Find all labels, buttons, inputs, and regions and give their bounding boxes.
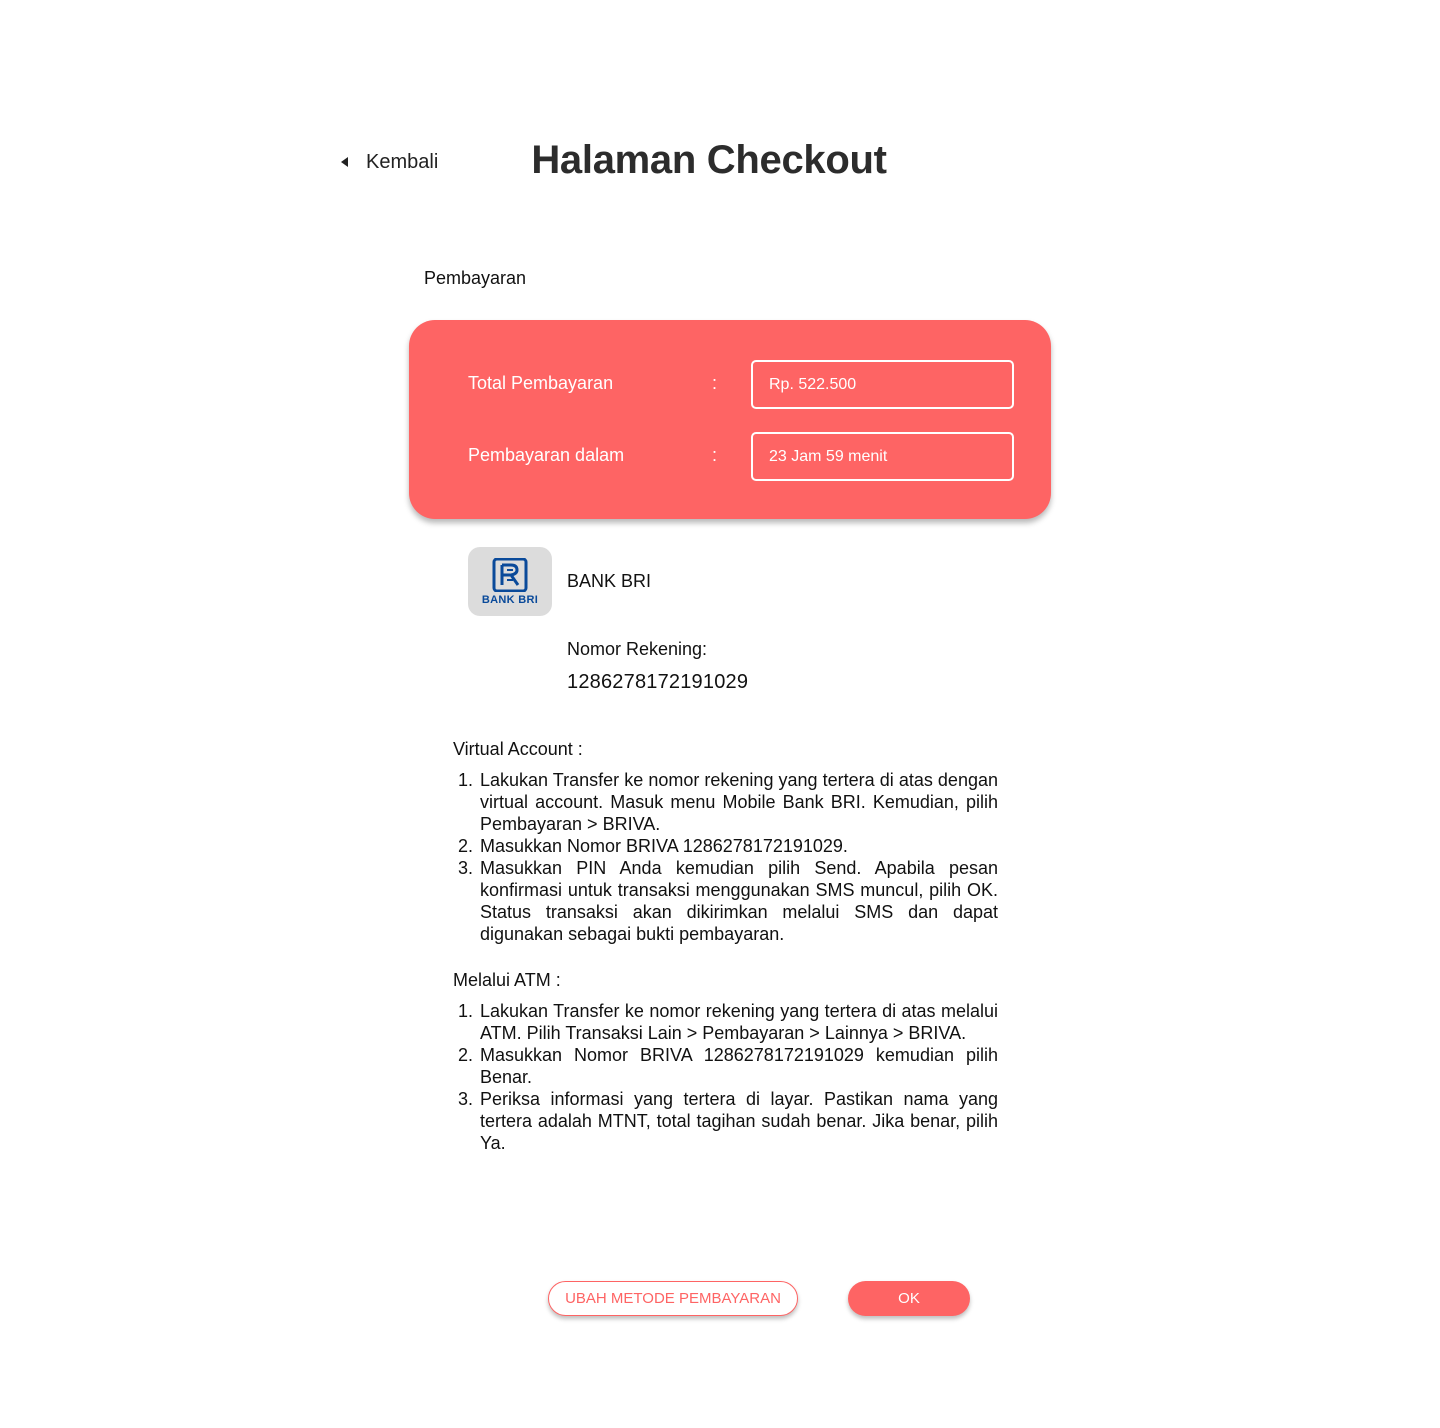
page-title-text: Halaman Checkout xyxy=(531,138,887,182)
step-text: Masukkan PIN Anda kemudian pilih Send. A… xyxy=(480,858,998,944)
list-item: 3. Periksa informasi yang tertera di laya… xyxy=(453,1088,998,1154)
step-text: Periksa informasi yang tertera di layar.… xyxy=(480,1089,998,1153)
virtual-account-steps: 1. Lakukan Transfer ke nomor rekening yan… xyxy=(453,769,998,945)
list-item: 2. Masukkan Nomor BRIVA 1286278172191029. xyxy=(453,835,998,857)
step-text: Lakukan Transfer ke nomor rekening yang … xyxy=(480,770,998,834)
atm-title: Melalui ATM : xyxy=(453,970,561,990)
step-text: Masukkan Nomor BRIVA 1286278172191029 ke… xyxy=(480,1045,998,1087)
list-item: 1. Lakukan Transfer ke nomor rekening yan… xyxy=(453,769,998,835)
bank-bri-logo: BANK BRI xyxy=(468,547,552,616)
payment-summary-card: Total Pembayaran : Rp. 522.500 Pembayara… xyxy=(409,320,1051,519)
virtual-account-title: Virtual Account : xyxy=(453,739,583,759)
step-text: Lakukan Transfer ke nomor rekening yang … xyxy=(480,1001,998,1043)
step-number: 2. xyxy=(458,836,474,856)
atm-steps: 1. Lakukan Transfer ke nomor rekening yan… xyxy=(453,1000,998,1154)
bank-name: BANK BRI xyxy=(567,571,652,591)
total-payment-label: Total Pembayaran xyxy=(468,373,614,393)
step-number: 2. xyxy=(458,1045,474,1065)
step-number: 1. xyxy=(458,770,474,790)
payment-deadline-label: Pembayaran dalam xyxy=(468,445,625,465)
payment-deadline-value: 23 Jam 59 menit xyxy=(751,432,1014,481)
payment-deadline-row: Pembayaran dalam : 23 Jam 59 menit xyxy=(409,432,1051,481)
change-payment-method-button[interactable]: UBAH METODE PEMBAYARAN xyxy=(548,1281,798,1316)
account-number: 1286278172191029 xyxy=(567,671,749,693)
step-number: 3. xyxy=(458,858,474,878)
step-number: 3. xyxy=(458,1089,474,1109)
colon-separator: : xyxy=(712,445,718,465)
payment-section-label: Pembayaran xyxy=(424,268,527,288)
step-number: 1. xyxy=(458,1001,474,1021)
total-payment-value: Rp. 522.500 xyxy=(751,360,1014,409)
account-number-label: Nomor Rekening: xyxy=(567,639,708,659)
ok-button[interactable]: OK xyxy=(848,1281,970,1316)
list-item: 2. Masukkan Nomor BRIVA 1286278172191029 … xyxy=(453,1044,998,1088)
virtual-account-instructions: Virtual Account : 1. Lakukan Transfer ke … xyxy=(453,738,998,945)
list-item: 3. Masukkan PIN Anda kemudian pilih Send.… xyxy=(453,857,998,945)
total-payment-row: Total Pembayaran : Rp. 522.500 xyxy=(409,360,1051,409)
bank-bri-logo-icon xyxy=(492,557,528,592)
step-text: Masukkan Nomor BRIVA 1286278172191029. xyxy=(480,836,848,856)
bank-logo-text: BANK BRI xyxy=(481,593,539,606)
atm-instructions: Melalui ATM : 1. Lakukan Transfer ke nomo… xyxy=(453,969,998,1154)
page-title: Halaman Checkout xyxy=(0,138,1440,183)
list-item: 1. Lakukan Transfer ke nomor rekening yan… xyxy=(453,1000,998,1044)
colon-separator: : xyxy=(712,373,718,393)
